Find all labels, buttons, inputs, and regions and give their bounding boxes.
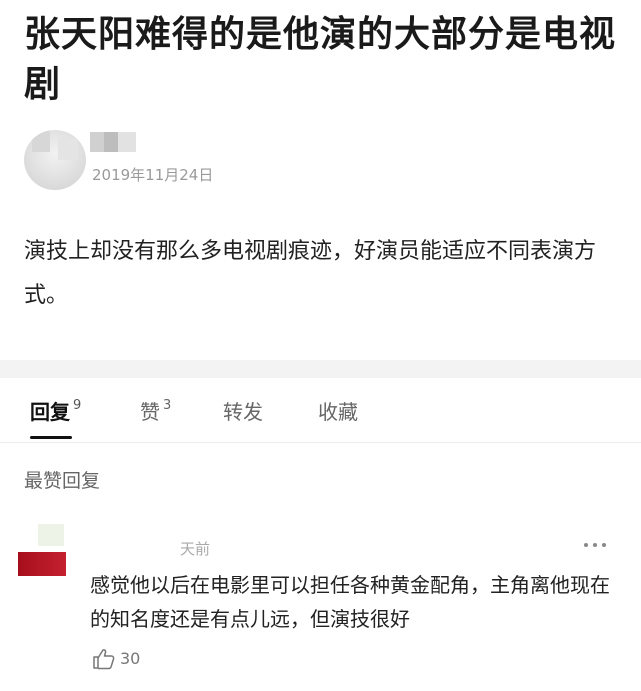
- tab-replies[interactable]: 回复 9: [30, 396, 81, 425]
- commenter-avatar[interactable]: [18, 524, 66, 576]
- author-avatar[interactable]: [24, 130, 86, 190]
- tab-repost[interactable]: 转发: [223, 396, 263, 425]
- author-block: 2019年11月24日: [24, 128, 424, 192]
- tab-replies-count: 9: [73, 398, 82, 413]
- like-count: 30: [120, 649, 141, 668]
- tab-likes-label: 赞: [140, 400, 160, 424]
- tab-replies-label: 回复: [30, 400, 70, 424]
- thumbs-up-icon: [93, 649, 115, 670]
- tab-likes[interactable]: 赞3: [140, 396, 171, 425]
- section-title: 最赞回复: [24, 470, 101, 492]
- post-date: 2019年11月24日: [92, 166, 214, 184]
- comment-item: 天前 感觉他以后在电影里可以担任各种黄金配角，主角离他现在的知名度还是有点儿远，…: [0, 520, 641, 691]
- post-title: 张天阳难得的是他演的大部分是电视剧: [24, 14, 617, 105]
- active-tab-indicator: [30, 436, 72, 439]
- comment-text: 感觉他以后在电影里可以担任各种黄金配角，主角离他现在的知名度还是有点儿远，但演技…: [90, 573, 610, 631]
- tab-favorite-label: 收藏: [318, 400, 358, 424]
- section-divider: [0, 360, 641, 378]
- author-name-blurred[interactable]: [90, 132, 136, 152]
- more-dots-icon[interactable]: [582, 540, 608, 550]
- tab-bar: 回复 9 赞3 转发 收藏: [0, 378, 641, 443]
- tab-favorite[interactable]: 收藏: [318, 396, 358, 425]
- comment-time: 天前: [180, 540, 211, 558]
- tab-repost-label: 转发: [223, 400, 263, 424]
- post-body: 演技上却没有那么多电视剧痕迹，好演员能适应不同表演方式。: [24, 239, 597, 308]
- tab-likes-count: 3: [163, 398, 172, 413]
